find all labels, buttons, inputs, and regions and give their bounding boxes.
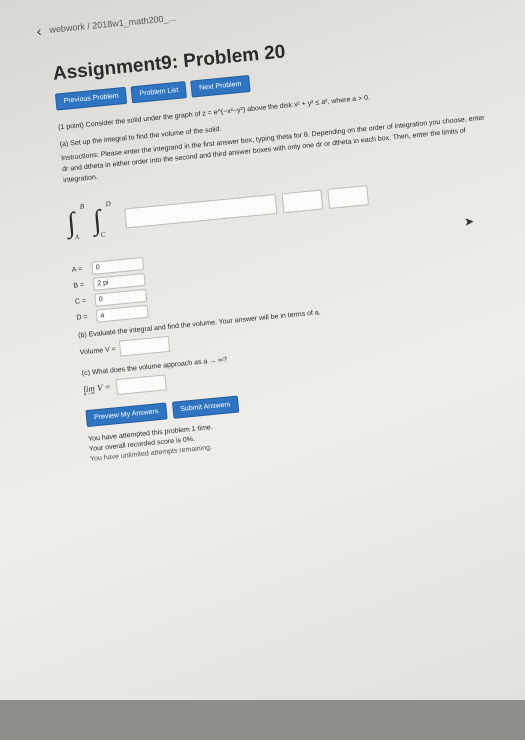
next-problem-button[interactable]: Next Problem	[190, 75, 251, 98]
previous-problem-button[interactable]: Previous Problem	[54, 86, 128, 111]
limit-expression: lim V = a→∞	[83, 381, 112, 397]
limit-d-label: D =	[76, 313, 88, 322]
volume-input[interactable]	[118, 335, 171, 357]
back-chevron-icon[interactable]: ‹	[36, 23, 42, 39]
integrand-input[interactable]	[124, 193, 278, 229]
outer-lower-limit: A	[74, 233, 80, 242]
limit-d-input[interactable]: a	[95, 304, 149, 323]
first-differential-input[interactable]	[281, 189, 324, 214]
limit-a-input[interactable]: 0	[91, 256, 145, 275]
volume-label: Volume V =	[79, 345, 116, 356]
inner-upper-limit: D	[105, 199, 112, 209]
limit-b-input[interactable]: 2 pi	[92, 272, 146, 291]
limit-c-label: C =	[74, 297, 87, 306]
outer-integral-sign: ∫ B A	[65, 202, 85, 242]
mouse-cursor-icon: ➤	[463, 214, 475, 230]
webwork-page: ‹ webwork / 2018w1_math200_... Assignmen…	[36, 0, 525, 739]
inner-integral-sign: ∫ D C	[91, 199, 112, 239]
breadcrumb-text[interactable]: webwork / 2018w1_math200_...	[49, 13, 176, 35]
second-differential-input[interactable]	[327, 185, 370, 209]
inner-lower-limit: C	[100, 230, 106, 239]
problem-list-button[interactable]: Problem List	[130, 81, 188, 104]
screen-photo: ‹ webwork / 2018w1_math200_... Assignmen…	[0, 0, 525, 700]
limit-b-label: B =	[73, 281, 85, 290]
limit-input[interactable]	[115, 374, 168, 396]
limit-c-input[interactable]: 0	[94, 288, 148, 307]
limit-a-label: A =	[71, 265, 83, 274]
preview-answers-button[interactable]: Preview My Answers	[85, 402, 168, 428]
submit-answers-button[interactable]: Submit Answers	[171, 395, 240, 419]
outer-upper-limit: B	[79, 202, 85, 211]
